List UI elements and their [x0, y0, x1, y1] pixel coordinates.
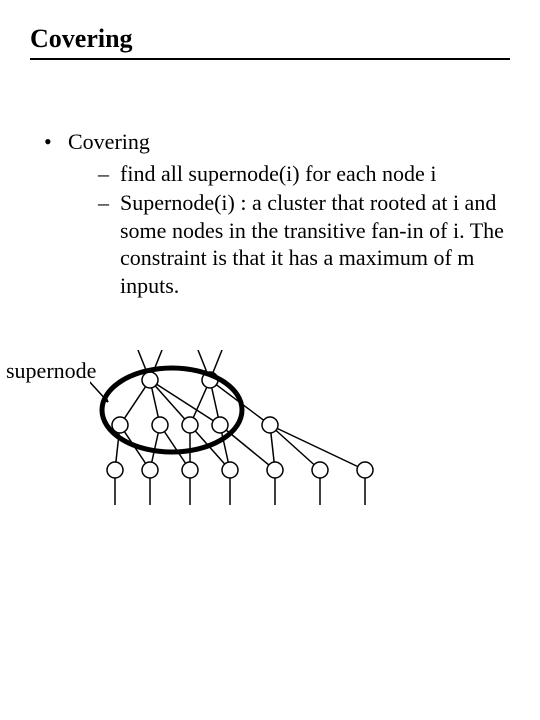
dash-item: Supernode(i) : a cluster that rooted at … — [98, 189, 510, 299]
bullet-list: Covering find all supernode(i) for each … — [40, 128, 510, 299]
dash-item: find all supernode(i) for each node i — [98, 160, 510, 188]
diagram-label: supernode — [6, 358, 96, 384]
slide: Covering Covering find all supernode(i) … — [0, 0, 540, 720]
bullet-item: Covering find all supernode(i) for each … — [40, 128, 510, 299]
title-block: Covering — [30, 24, 510, 60]
title-underline — [30, 58, 510, 60]
supernode-diagram — [90, 350, 410, 550]
content-block: Covering find all supernode(i) for each … — [40, 128, 510, 305]
slide-title: Covering — [30, 24, 510, 54]
bullet-label: Covering — [68, 129, 150, 154]
dash-list: find all supernode(i) for each node i Su… — [68, 160, 510, 300]
